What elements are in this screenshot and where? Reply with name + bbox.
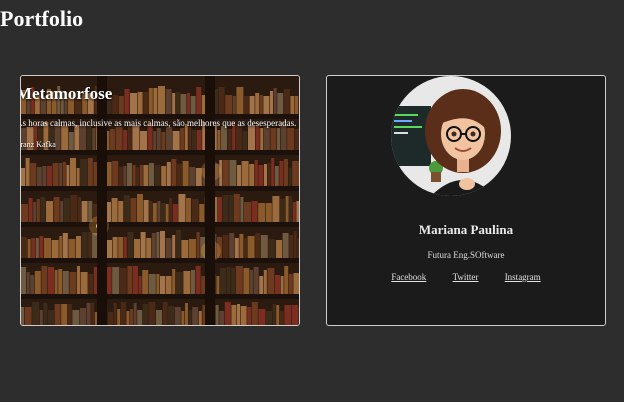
social-links: Facebook Twitter Instagram [327,272,605,282]
quote-author: Franz Kafka [20,140,56,149]
facebook-link[interactable]: Facebook [391,272,426,282]
twitter-link[interactable]: Twitter [453,272,479,282]
avatar-image [391,76,511,196]
page-title: Portfolio [0,6,84,31]
avatar [391,76,511,196]
quote-card: Metamorfose As horas calmas, inclusive a… [20,75,300,326]
instagram-link[interactable]: Instagram [505,272,541,282]
profile-name: Mariana Paulina [418,222,514,237]
profile-role: Futura Eng.SOftware [427,250,505,260]
quote-text: As horas calmas, inclusive as mais calma… [20,118,297,128]
profile-card: Mariana Paulina Futura Eng.SOftware Face… [326,75,606,326]
quote-title: Metamorfose [20,84,113,103]
